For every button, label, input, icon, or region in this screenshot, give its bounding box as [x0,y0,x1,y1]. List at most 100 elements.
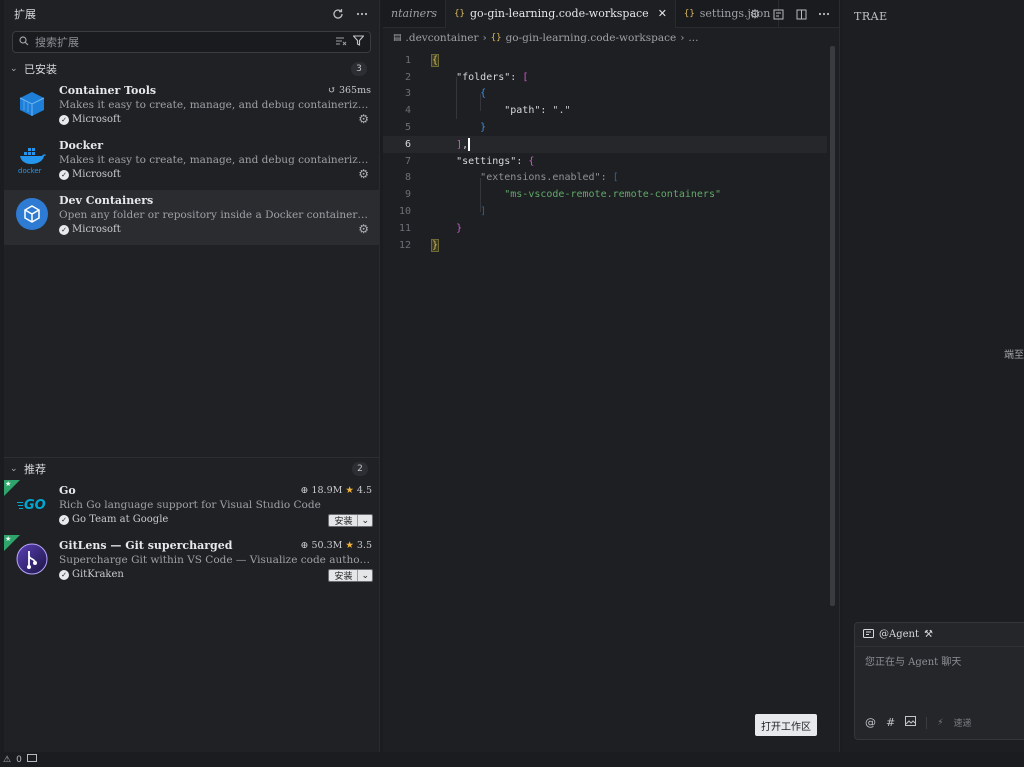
agent-icon [863,628,874,641]
tab-label: go-gin-learning.code-workspace [469,7,649,20]
breadcrumb-item[interactable]: ... [688,32,698,44]
chevron-right-icon: › [680,32,685,44]
extension-description: Open any folder or repository inside a D… [59,209,371,221]
line-number: 9 [404,189,411,201]
gear-icon[interactable]: ⚙ [358,112,369,126]
rating: 4.5 [356,485,372,496]
code-line: 5 } [383,119,827,136]
json-file-icon: {} [454,8,465,19]
recommended-count-badge: 2 [352,462,368,476]
installed-section-header[interactable]: ⌄ 已安装 3 [4,58,379,80]
settings-gear-icon[interactable]: ⚙ [748,7,762,21]
line-number: 6 [404,138,411,150]
send-hint: 速递 [953,719,972,729]
code-line-current: 6 ], [383,135,827,153]
code-line: 4 "path": "." [383,102,827,119]
ai-side-panel: TRAE 端至 @Agent ⚒ 您正在与 Agent 聊天 @ # ⚡ 速递 [842,0,1024,752]
gear-icon[interactable]: ⚙ [358,167,369,181]
recommended-label: 推荐 [24,463,46,476]
code-line: 1{ [383,52,827,69]
code-line: 7 "settings": { [383,153,827,170]
extension-name: Dev Containers [59,194,154,207]
extension-item-container-tools[interactable]: Container Tools Makes it easy to create,… [4,80,379,135]
chevron-right-icon: › [482,32,487,44]
extensions-sidebar: 扩展 ⌄ 已安装 3 Container Tools [4,0,380,752]
recommended-section-header[interactable]: ⌄ 推荐 2 [4,458,380,480]
line-number: 8 [404,172,411,184]
search-input[interactable] [35,35,330,49]
extension-item-docker[interactable]: docker Docker Makes it easy to create, m… [4,135,379,190]
gear-icon[interactable]: ⚙ [358,222,369,236]
editor-area: ntainers {} go-gin-learning.code-workspac… [383,0,840,752]
warning-icon[interactable]: ⚠ [3,755,11,765]
image-icon[interactable] [905,716,917,729]
clear-filter-icon[interactable] [336,35,347,49]
more-icon[interactable] [355,7,369,21]
line-number: 12 [398,239,411,251]
editor-tabs: ntainers {} go-gin-learning.code-workspac… [383,0,839,28]
chevron-down-icon: ⌄ [10,464,18,474]
install-label: 安装 [334,572,353,582]
terminal-icon[interactable] [26,754,37,765]
publisher-name: Microsoft [72,169,121,180]
more-icon[interactable] [817,7,831,21]
warning-count: 0 [16,754,22,765]
json-key: "settings" [456,155,517,167]
mention-icon[interactable]: @ [865,716,876,729]
line-number: 4 [404,105,411,117]
publisher-name: Microsoft [72,114,121,125]
side-text: 端至 [1004,350,1024,361]
docker-icon: docker [16,143,48,175]
extension-item-dev-containers[interactable]: Dev Containers Open any folder or reposi… [4,190,379,245]
json-value: "ms-vscode-remote.remote-containers" [504,189,721,201]
chat-input-box[interactable]: @Agent ⚒ 您正在与 Agent 聊天 @ # ⚡ 速递 [854,622,1024,740]
refresh-icon[interactable] [331,7,345,21]
extension-description: Supercharge Git within VS Code — Visuali… [59,554,371,566]
activation-time: 365ms [338,85,371,96]
json-key: "folders" [456,71,511,83]
code-editor[interactable]: 1{ 2 "folders": [ 3 { 4 "path": "." 5 } … [383,52,827,254]
verified-icon: ✓ [59,114,69,125]
open-changes-icon[interactable] [771,7,785,21]
extension-description: Makes it easy to create, manage, and deb… [59,154,371,166]
line-number: 7 [404,155,411,167]
download-count: 18.9M [311,485,343,496]
extension-search [12,31,371,53]
extension-item-gitlens[interactable]: ★ GitLens — Git supercharged Supercharge… [4,535,380,590]
filter-icon[interactable] [352,35,365,49]
split-editor-icon[interactable] [794,7,808,21]
verified-icon: ✓ [59,514,69,525]
download-icon: ⊕ [300,485,309,496]
svg-text:GO: GO [24,498,46,513]
json-value: "." [552,105,571,117]
line-number: 11 [398,222,411,234]
extension-name: Container Tools [59,84,157,97]
editor-scrollbar[interactable] [830,46,835,606]
line-number: 5 [404,122,411,134]
install-button[interactable]: 安装 ⌄ [328,569,373,582]
code-line: 8 "extensions.enabled": [ [383,170,827,187]
installed-count-badge: 3 [351,62,367,76]
download-count: 50.3M [311,540,343,551]
history-icon: ↺ [328,85,336,96]
install-button[interactable]: 安装 ⌄ [328,514,373,527]
tab-workspace[interactable]: {} go-gin-learning.code-workspace ✕ [446,0,676,28]
folder-icon: ▤ [393,33,402,43]
chevron-down-icon[interactable]: ⌄ [357,515,372,526]
chevron-down-icon[interactable]: ⌄ [357,570,372,581]
agent-selector[interactable]: @Agent ⚒ [855,623,1024,647]
json-key: "path" [504,105,541,117]
close-icon[interactable]: ✕ [658,7,667,20]
chat-placeholder[interactable]: 您正在与 Agent 聊天 [855,647,1024,674]
breadcrumb-item[interactable]: .devcontainer [406,32,479,44]
breadcrumb-item[interactable]: go-gin-learning.code-workspace [506,32,677,44]
verified-icon: ✓ [59,569,69,580]
open-workspace-button[interactable]: 打开工作区 [755,714,817,736]
text-cursor [468,137,471,151]
code-line: 11 } [383,220,827,237]
chevron-down-icon: ⌄ [10,64,18,74]
tab-devcontainer[interactable]: ntainers [383,0,447,28]
extension-item-go[interactable]: ★ GO Go Rich Go language support for Vis… [4,480,380,535]
dev-containers-icon [16,198,48,230]
hash-icon[interactable]: # [886,716,895,729]
